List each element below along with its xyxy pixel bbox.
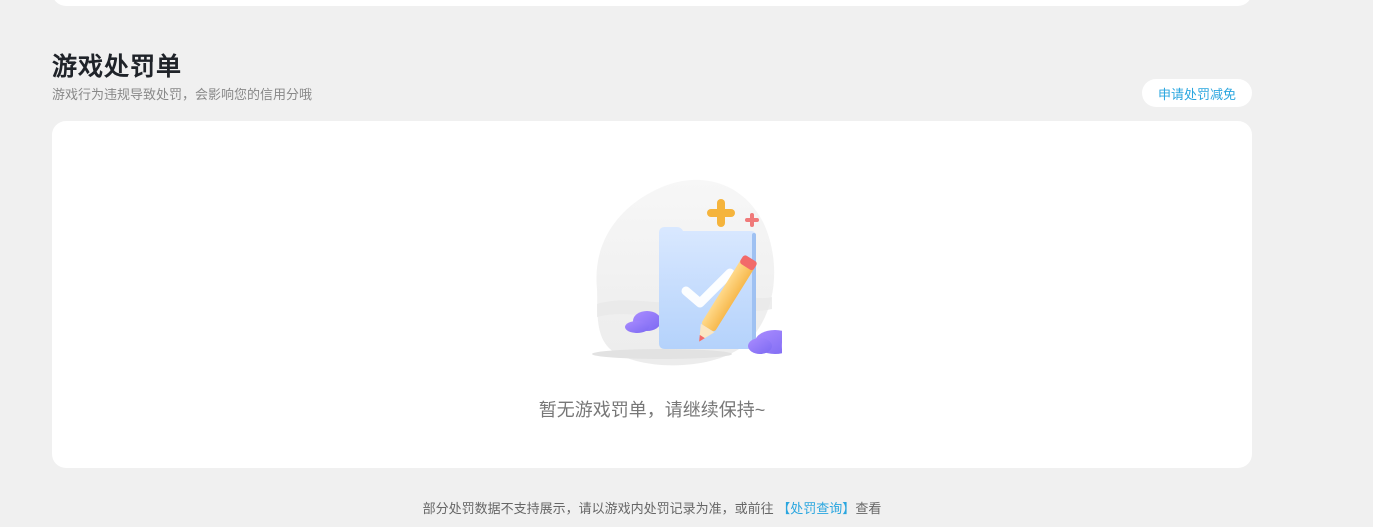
section-subtitle: 游戏行为违规导致处罚，会影响您的信用分哦 bbox=[52, 87, 313, 102]
empty-state-message: 暂无游戏罚单，请继续保持~ bbox=[538, 400, 766, 420]
previous-section-card bbox=[52, 0, 1252, 6]
footer-note: 部分处罚数据不支持展示，请以游戏内处罚记录为准，或前往 【处罚查询】查看 bbox=[0, 500, 1304, 518]
footer-text: 部分处罚数据不支持展示，请以游戏内处罚记录为准，或前往 bbox=[422, 501, 774, 516]
appeal-penalty-button[interactable]: 申请处罚减免 bbox=[1142, 79, 1252, 107]
section-title: 游戏处罚单 bbox=[52, 53, 183, 81]
footer-text-end: 查看 bbox=[855, 501, 882, 516]
penalty-list-card: 暂无游戏罚单，请继续保持~ bbox=[52, 121, 1252, 468]
penalty-query-link[interactable]: 【处罚查询】 bbox=[777, 501, 855, 516]
empty-state-illustration bbox=[592, 179, 782, 366]
page: 游戏处罚单 游戏行为违规导致处罚，会影响您的信用分哦 申请处罚减免 暂无游戏罚单… bbox=[0, 0, 1373, 527]
